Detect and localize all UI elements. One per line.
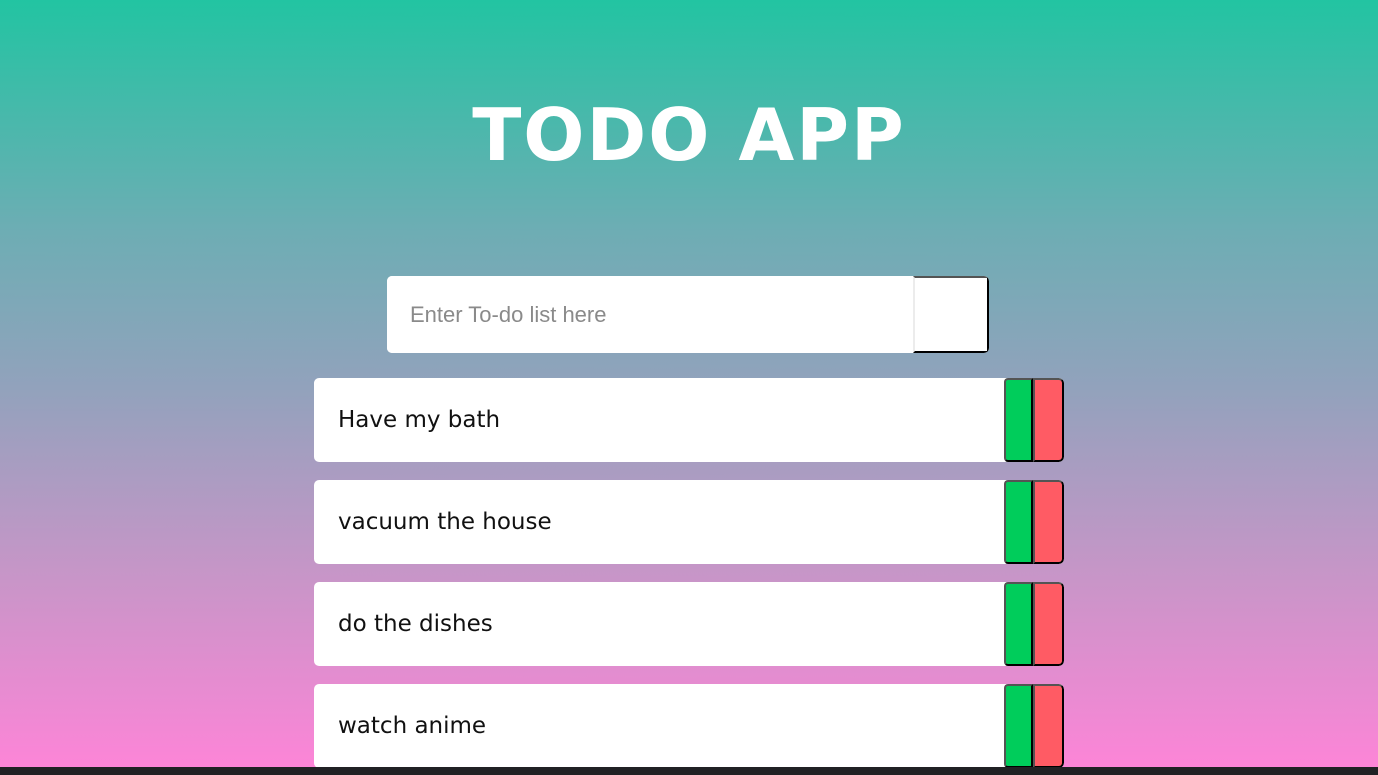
todo-item: Have my bath xyxy=(314,378,1064,462)
todo-item: watch anime xyxy=(314,684,1064,768)
taskbar xyxy=(0,767,1378,775)
page-title: TODO APP xyxy=(472,93,906,177)
complete-button[interactable] xyxy=(1004,480,1033,564)
todo-item-text: vacuum the house xyxy=(338,509,552,535)
add-todo-form xyxy=(387,276,989,353)
todo-item: do the dishes xyxy=(314,582,1064,666)
todo-item-text: watch anime xyxy=(338,713,487,739)
todo-list: Have my bath vacuum the house do the dis… xyxy=(314,378,1064,775)
delete-button[interactable] xyxy=(1033,684,1064,768)
delete-button[interactable] xyxy=(1033,582,1064,666)
complete-button[interactable] xyxy=(1004,378,1033,462)
delete-button[interactable] xyxy=(1033,378,1064,462)
todo-input[interactable] xyxy=(387,276,913,353)
todo-item-text: do the dishes xyxy=(338,611,493,637)
todo-item: vacuum the house xyxy=(314,480,1064,564)
add-todo-button[interactable] xyxy=(913,276,989,353)
complete-button[interactable] xyxy=(1004,582,1033,666)
todo-item-text: Have my bath xyxy=(338,407,501,433)
delete-button[interactable] xyxy=(1033,480,1064,564)
complete-button[interactable] xyxy=(1004,684,1033,768)
